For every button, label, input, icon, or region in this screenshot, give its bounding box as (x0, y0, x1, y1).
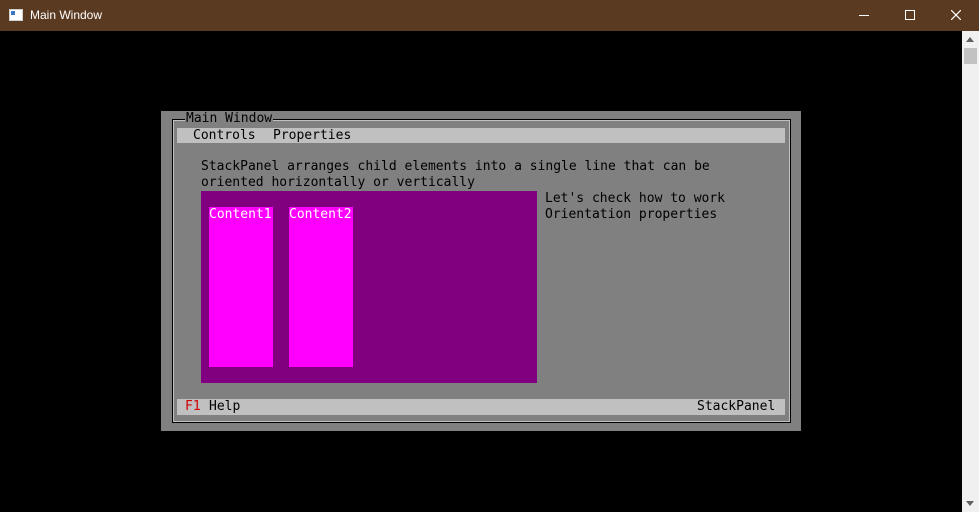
side-line-2: Orientation properties (545, 207, 718, 222)
maximize-icon (905, 10, 915, 20)
minimize-icon (859, 15, 869, 16)
minimize-button[interactable] (841, 0, 887, 31)
content1-box[interactable]: Content1 (209, 207, 273, 367)
side-text: Let's check how to work Orientation prop… (545, 191, 725, 223)
content1-label: Content1 (209, 207, 272, 222)
scroll-down-icon[interactable] (966, 501, 974, 506)
menu-bar: Controls Properties (177, 128, 785, 143)
vertical-scrollbar[interactable] (962, 31, 979, 512)
scroll-up-icon[interactable] (966, 37, 974, 42)
stack-panel: Content1 Content2 (201, 191, 537, 383)
status-panel-name: StackPanel (697, 399, 776, 414)
tui-window: Main Window Controls Properties StackPan… (161, 111, 801, 431)
content2-box[interactable]: Content2 (289, 207, 353, 367)
console-app-icon (9, 9, 23, 21)
help-hotkey[interactable]: F1 (185, 399, 201, 415)
window-title: Main Window (30, 8, 103, 22)
close-button[interactable] (933, 0, 979, 31)
status-bar: F1 Help StackPanel (177, 399, 785, 415)
description-text: StackPanel arranges child elements into … (201, 159, 710, 191)
content2-label: Content2 (289, 207, 352, 222)
help-label[interactable]: Help (209, 399, 240, 415)
scroll-thumb[interactable] (964, 48, 977, 64)
description-line-1: StackPanel arranges child elements into … (201, 159, 710, 174)
menu-controls[interactable]: Controls (193, 128, 256, 144)
description-line-2: oriented horizontally or vertically (201, 175, 475, 190)
close-icon (951, 10, 961, 20)
menu-properties[interactable]: Properties (273, 128, 351, 144)
maximize-button[interactable] (887, 0, 933, 31)
title-bar[interactable]: Main Window (0, 0, 979, 31)
side-line-1: Let's check how to work (545, 191, 726, 206)
frame-title: Main Window (185, 111, 274, 127)
